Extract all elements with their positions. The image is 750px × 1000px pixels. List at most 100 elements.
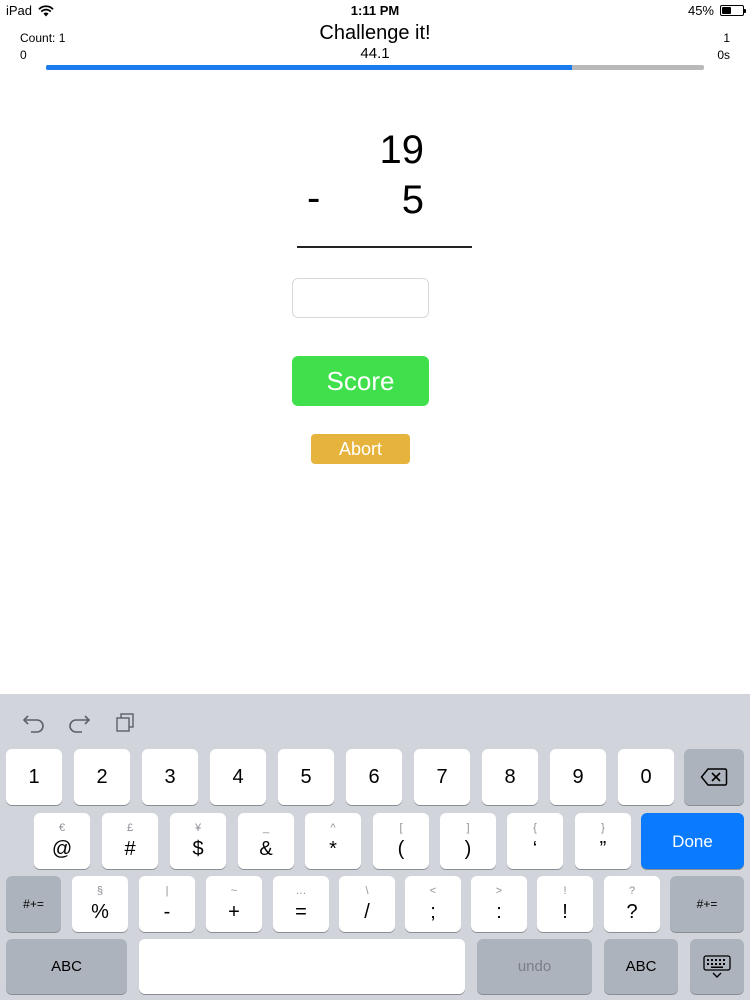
key-label: - [163,901,171,923]
undo-key[interactable]: undo [477,939,592,994]
key-label: undo [517,958,552,975]
key-alt-label: £ [126,822,134,834]
key-symbol-6[interactable]: ]) [440,813,496,869]
key-symbol-3[interactable]: _ & [238,813,294,869]
done-key[interactable]: Done [641,813,744,869]
key-label: 8 [504,766,516,788]
progress-bar [46,65,704,70]
key-1[interactable]: 1 [6,749,62,805]
key-symbol-1[interactable]: £ # [102,813,158,869]
key-symbol-b1[interactable]: | - [139,876,195,932]
key-9[interactable]: 9 [550,749,606,805]
key-symbol-b7[interactable]: !! [537,876,593,932]
key-symbol-4[interactable]: ^ * [305,813,361,869]
key-2[interactable]: 2 [74,749,130,805]
key-symbol-b5[interactable]: <; [405,876,461,932]
key-alt-label: ! [563,885,567,897]
key-7[interactable]: 7 [414,749,470,805]
top-operand: 19 [379,128,425,172]
abc-key-right[interactable]: ABC [604,939,678,994]
key-label: 2 [96,766,108,788]
key-label: #+= [23,897,44,911]
key-alt-label: _ [262,822,270,834]
key-label: #+= [696,897,718,911]
battery-icon [720,5,746,16]
key-label: % [91,901,109,923]
key-symbol-0[interactable]: € @ [34,813,90,869]
key-alt-label: ^ [330,822,336,834]
key-8[interactable]: 8 [482,749,538,805]
key-alt-label: < [429,885,437,897]
key-alt-label: | [165,885,169,897]
status-right: 45% [687,3,746,18]
key-label: & [259,838,273,860]
status-time: 1:11 PM [350,3,400,18]
key-alt-label: ~ [230,885,238,897]
answer-input[interactable] [292,278,429,318]
key-label: 9 [572,766,584,788]
redo-icon[interactable] [67,711,91,733]
key-label: / [364,901,370,923]
score-button[interactable]: Score [292,356,429,406]
key-label: : [496,901,502,923]
paste-icon[interactable] [113,711,137,733]
shift-symbols-key-left[interactable]: #+= [6,876,61,932]
key-0[interactable]: 0 [618,749,674,805]
key-symbol-7[interactable]: {‘ [507,813,563,869]
battery-fill [722,7,731,14]
key-label: = [295,901,307,923]
key-label: ? [626,901,638,923]
key-6[interactable]: 6 [346,749,402,805]
key-alt-label: ¥ [194,822,202,834]
abort-button[interactable]: Abort [311,434,410,464]
key-4[interactable]: 4 [210,749,266,805]
key-symbol-b3[interactable]: … = [273,876,329,932]
backspace-key[interactable] [684,749,744,805]
bottom-operand: 5 [401,178,424,222]
battery-percent: 45% [687,3,714,18]
key-alt-label: [ [399,822,403,834]
key-alt-label: \ [365,885,369,897]
key-label: 4 [232,766,244,788]
key-label: ” [599,838,607,860]
key-label: # [124,838,136,860]
progress-value-label: 44.1 [360,45,390,62]
progress-fill [46,65,573,70]
time-label: 0s [717,48,730,62]
space-key[interactable] [139,939,465,994]
key-label: ! [562,901,568,923]
page-title: Challenge it! [319,22,431,44]
key-label: + [228,901,240,923]
key-alt-label: € [58,822,66,834]
key-label: 0 [640,766,652,788]
key-3[interactable]: 3 [142,749,198,805]
key-symbol-b0[interactable]: §% [72,876,128,932]
key-label: * [329,838,337,860]
key-label: 7 [436,766,448,788]
abc-key-left[interactable]: ABC [6,939,127,994]
key-symbol-b8[interactable]: ?? [604,876,660,932]
key-symbol-5[interactable]: [( [373,813,429,869]
key-alt-label: } [601,822,605,834]
status-bar: iPad 1:11 PM 45% [0,0,750,22]
key-symbol-b6[interactable]: >: [471,876,527,932]
key-alt-label: … [295,885,307,897]
problem-divider [297,246,472,248]
key-label: 6 [368,766,380,788]
keyboard: 1 2 3 4 5 6 7 8 9 0 € @ £ # ¥ $ _ & ^ *[(]){‘}” Done #+= §% | - ~… [0,694,750,1000]
undo-icon[interactable] [22,711,46,733]
key-symbol-b4[interactable]: \ / [339,876,395,932]
key-alt-label: { [533,822,537,834]
key-label: ABC [625,958,657,975]
key-symbol-2[interactable]: ¥ $ [170,813,226,869]
key-label: 5 [300,766,312,788]
keyboard-dismiss-icon [703,954,731,978]
key-alt-label: § [96,885,104,897]
key-symbol-8[interactable]: }” [575,813,631,869]
shift-symbols-key-right[interactable]: #+= [670,876,744,932]
keyboard-dismiss-key[interactable] [690,939,744,994]
backspace-icon [700,768,728,786]
key-5[interactable]: 5 [278,749,334,805]
key-symbol-b2[interactable]: ~ + [206,876,262,932]
key-label: Done [672,831,713,851]
